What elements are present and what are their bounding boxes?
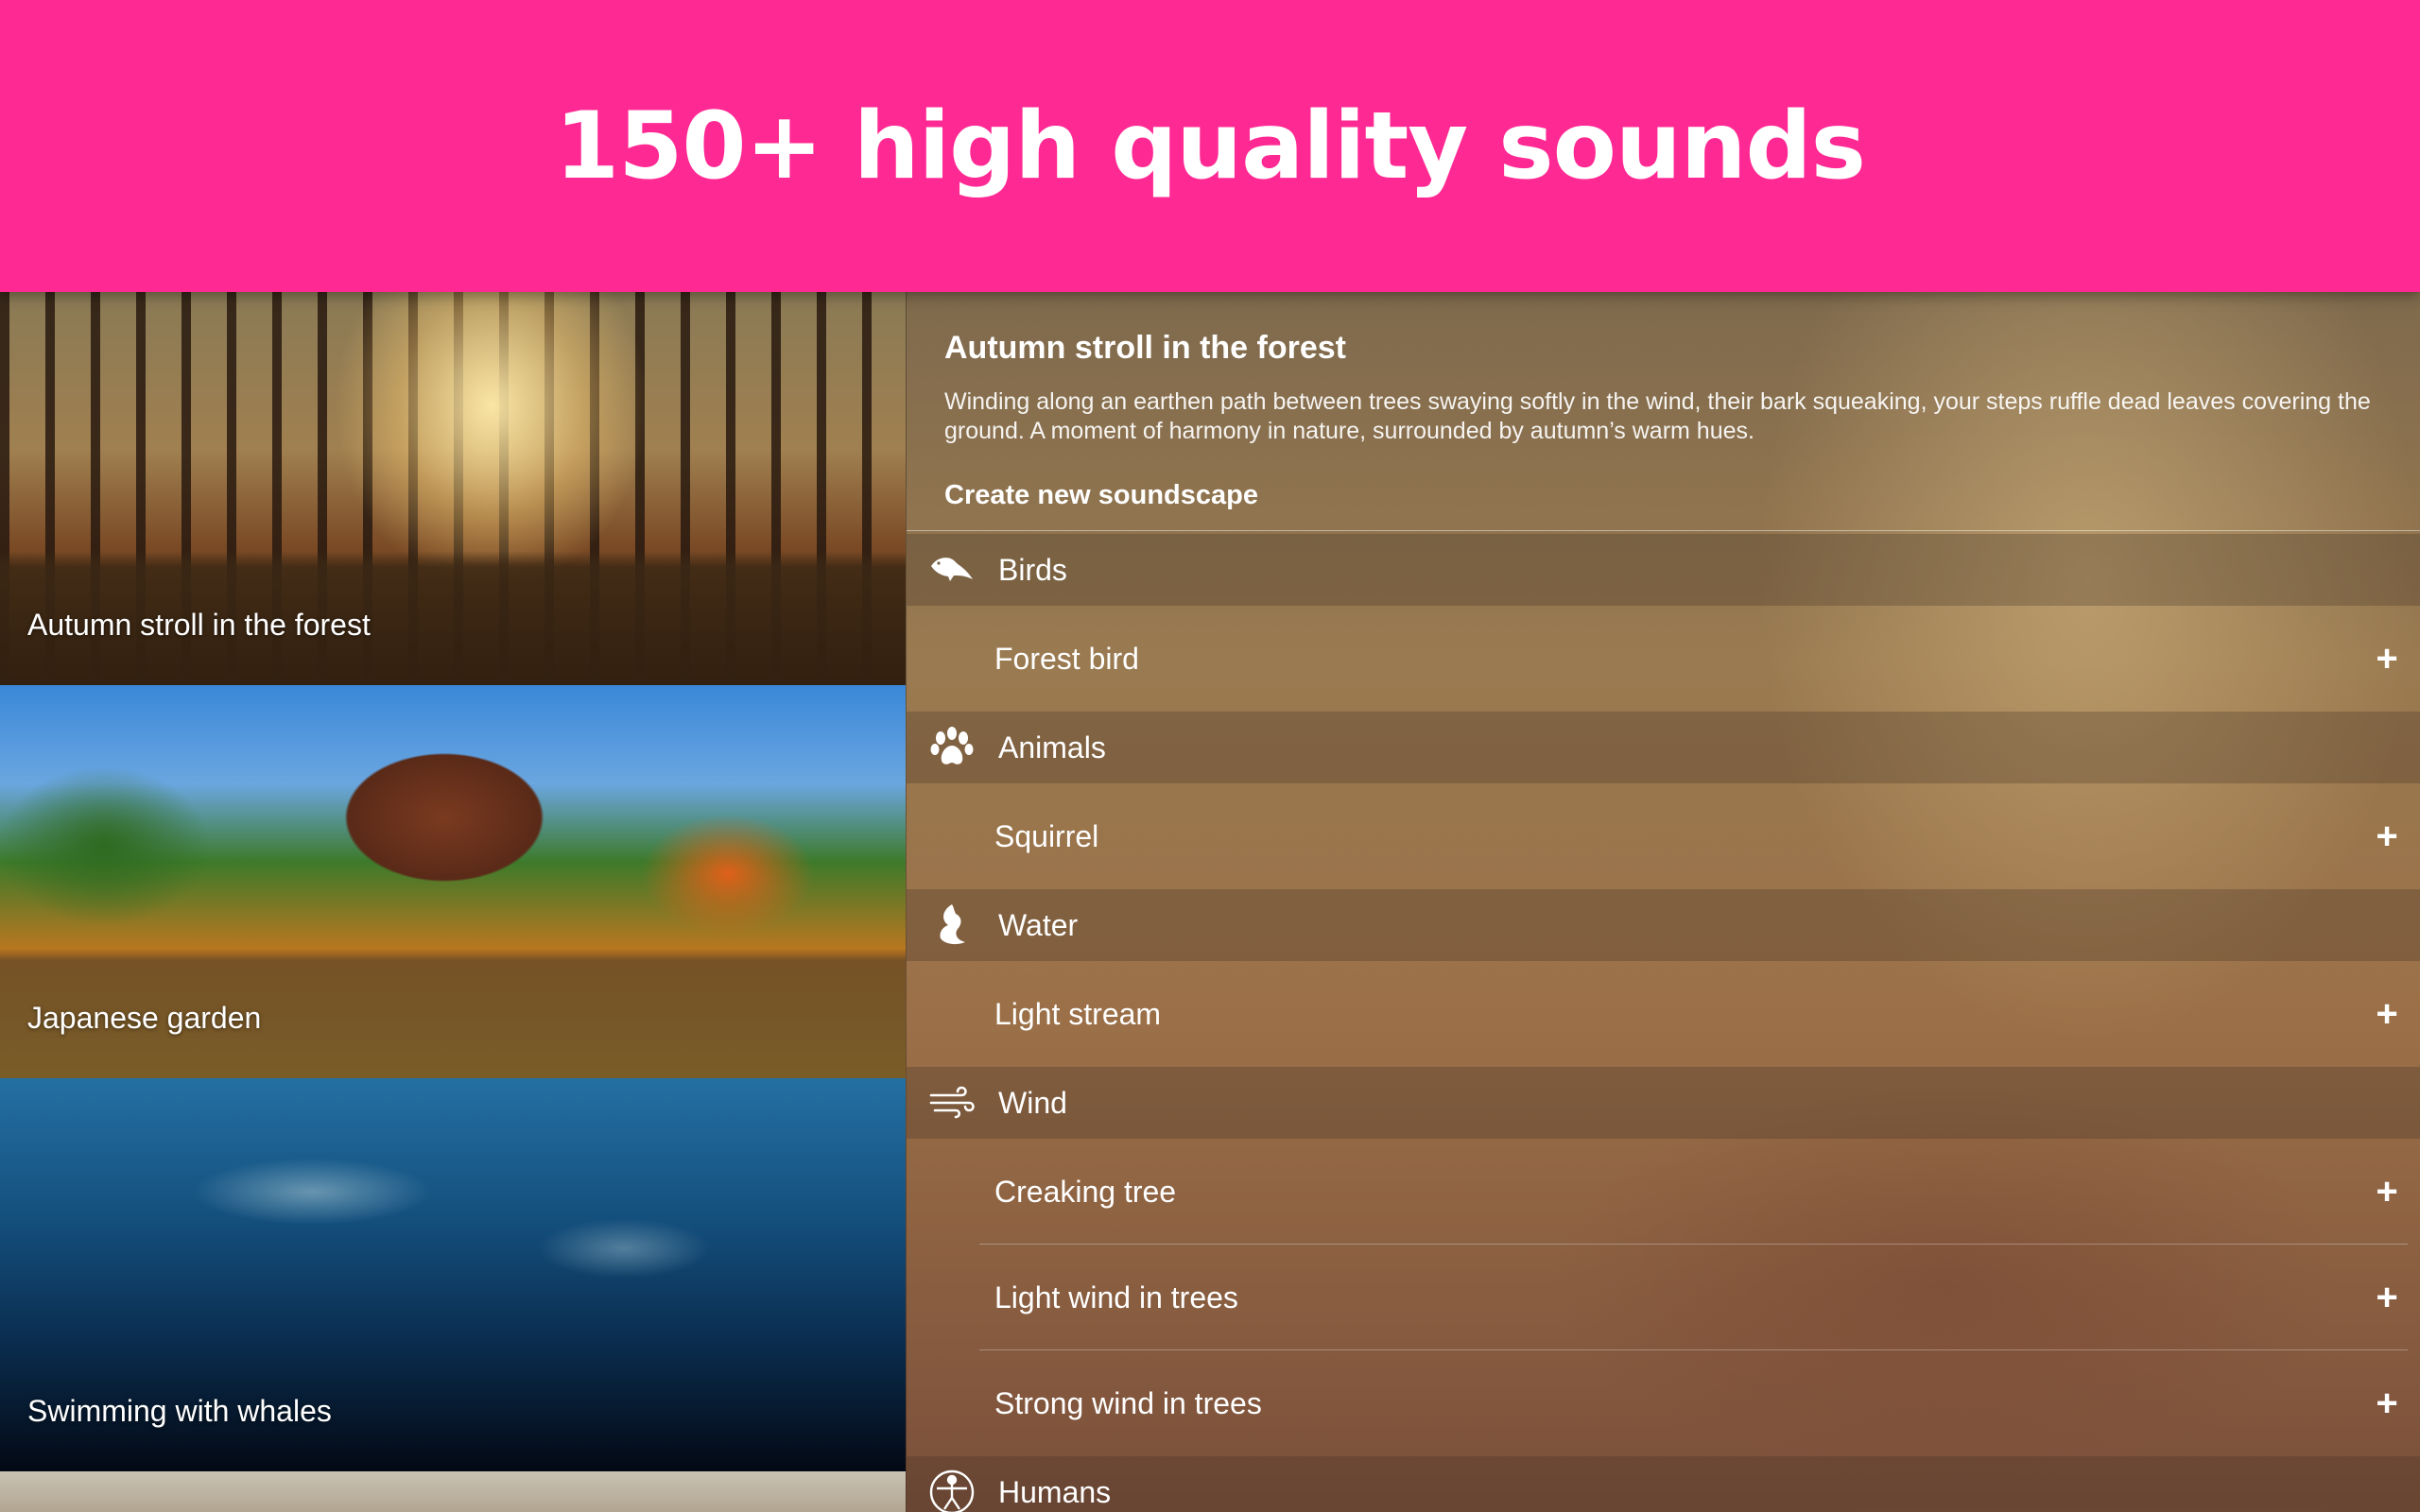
soundscape-title: Swimming with whales	[27, 1394, 332, 1428]
app-window: Autumn stroll in the forest Japanese gar…	[0, 292, 2420, 1512]
sound-label: Forest bird	[994, 641, 1139, 676]
sound-row-light-wind-in-trees[interactable]: Light wind in trees +	[907, 1245, 2420, 1350]
sound-label: Light wind in trees	[994, 1280, 1238, 1314]
detail-header: Autumn stroll in the forest Winding alon…	[907, 292, 2420, 530]
sound-category-list: Birds Forest bird + Animals Squirrel + W…	[907, 534, 2420, 1512]
sound-row-creaking-tree[interactable]: Creaking tree +	[907, 1139, 2420, 1245]
paw-icon	[927, 723, 977, 772]
category-label: Humans	[998, 1474, 1112, 1509]
soundscape-detail-panel: Autumn stroll in the forest Winding alon…	[906, 292, 2420, 1512]
detail-description: Winding along an earthen path between tr…	[944, 388, 2371, 444]
add-sound-button[interactable]: +	[2368, 817, 2406, 855]
sound-label: Light stream	[994, 996, 1162, 1031]
category-row-humans: Humans	[907, 1456, 2420, 1512]
header-divider	[907, 530, 2420, 531]
add-sound-button[interactable]: +	[2368, 995, 2406, 1033]
sound-label: Squirrel	[994, 818, 1099, 853]
next-soundscape-photo	[0, 1471, 906, 1512]
add-sound-button[interactable]: +	[2368, 1384, 2406, 1422]
wind-icon	[927, 1078, 977, 1127]
category-row-wind: Wind	[907, 1067, 2420, 1139]
category-row-water: Water	[907, 889, 2420, 961]
add-sound-button[interactable]: +	[2368, 640, 2406, 678]
water-wave-icon	[927, 901, 977, 950]
category-label: Animals	[998, 730, 1106, 765]
soundscape-card-autumn-forest[interactable]: Autumn stroll in the forest	[0, 292, 906, 685]
soundscape-title: Autumn stroll in the forest	[27, 608, 371, 642]
add-sound-button[interactable]: +	[2368, 1279, 2406, 1316]
sound-row-forest-bird[interactable]: Forest bird +	[907, 606, 2420, 712]
promo-headline: 150+ high quality sounds	[555, 92, 1866, 200]
add-sound-button[interactable]: +	[2368, 1173, 2406, 1211]
sound-row-squirrel[interactable]: Squirrel +	[907, 783, 2420, 889]
bird-icon	[927, 545, 977, 594]
soundscape-list: Autumn stroll in the forest Japanese gar…	[0, 292, 906, 1512]
sound-row-strong-wind-in-trees[interactable]: Strong wind in trees +	[907, 1350, 2420, 1456]
soundscape-card-whales[interactable]: Swimming with whales	[0, 1078, 906, 1471]
sound-row-light-stream[interactable]: Light stream +	[907, 961, 2420, 1067]
soundscape-card-japanese-garden[interactable]: Japanese garden	[0, 685, 906, 1078]
category-label: Birds	[998, 552, 1067, 587]
category-label: Water	[998, 907, 1079, 942]
human-figure-icon	[927, 1468, 977, 1512]
create-soundscape-heading: Create new soundscape	[944, 480, 1258, 510]
category-label: Wind	[998, 1085, 1067, 1120]
detail-title: Autumn stroll in the forest	[944, 330, 1346, 366]
category-row-birds: Birds	[907, 534, 2420, 606]
category-row-animals: Animals	[907, 712, 2420, 783]
sound-label: Strong wind in trees	[994, 1385, 1262, 1420]
soundscape-card-next[interactable]	[0, 1471, 906, 1512]
soundscape-title: Japanese garden	[27, 1001, 262, 1035]
sound-label: Creaking tree	[994, 1174, 1177, 1209]
promo-banner: 150+ high quality sounds	[0, 0, 2420, 292]
